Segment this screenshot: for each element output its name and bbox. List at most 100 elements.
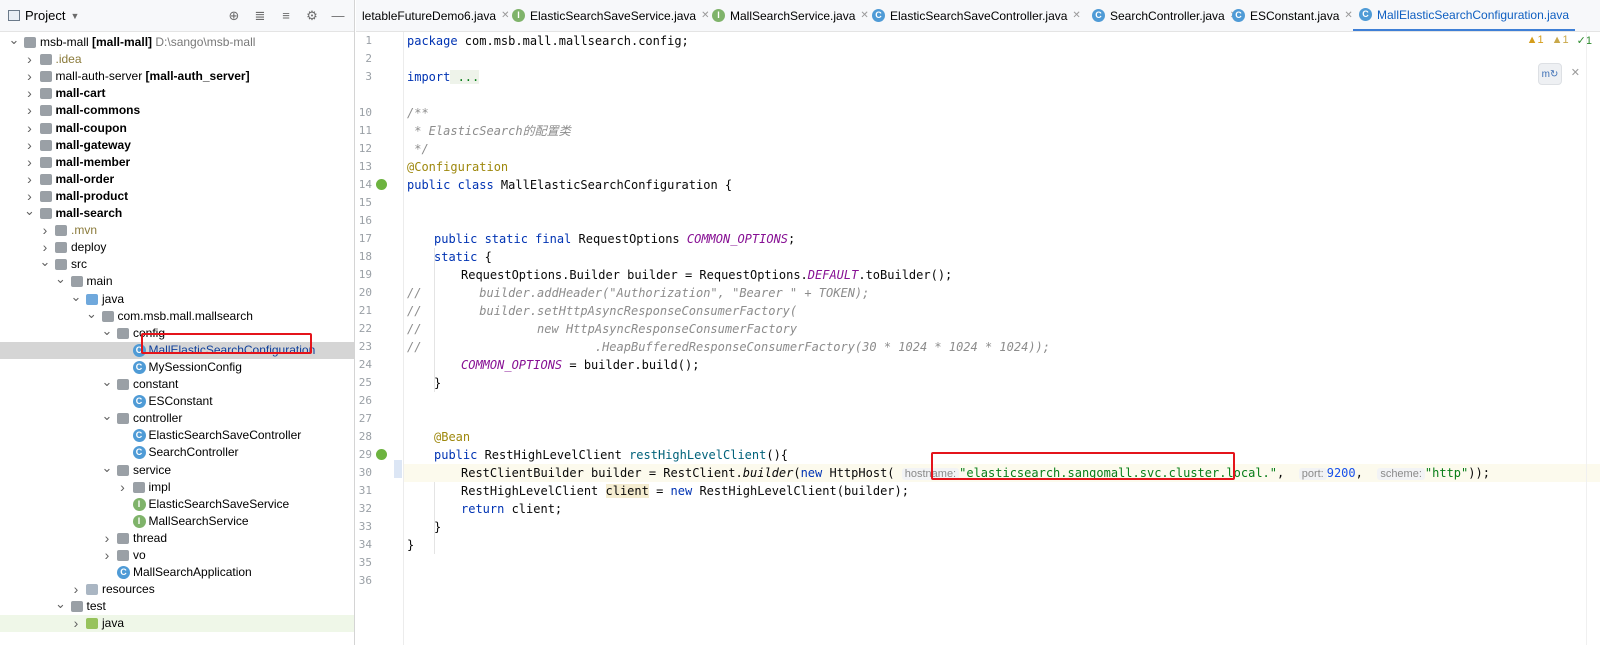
tree-item[interactable]: › mall-member — [0, 154, 354, 171]
chevron-down-icon[interactable]: ⌄ — [55, 272, 67, 285]
collapse-all-icon[interactable]: ≡ — [278, 8, 294, 24]
tree-item[interactable]: ⌄ java — [0, 290, 354, 308]
tree-item[interactable]: ⌄ test — [0, 597, 354, 615]
tree-item-label: deploy — [71, 239, 106, 256]
tree-item[interactable]: ⌄ mall-search — [0, 204, 354, 222]
code-editor[interactable]: 1 2 3 10 11 12 13 14 15 16 17 18 19 20 21 22 23 24 25 26 27 2… — [356, 32, 1600, 645]
gear-icon[interactable]: ⚙ — [304, 8, 320, 24]
item-name: .idea — [55, 52, 82, 67]
editor-tab[interactable]: letableFutureDemo6.java ✕ — [356, 0, 515, 31]
tree-item[interactable]: › .idea — [0, 51, 354, 68]
chevron-right-icon[interactable]: › — [24, 171, 36, 188]
chevron-right-icon[interactable]: › — [101, 547, 113, 564]
chevron-down-icon[interactable]: ⌄ — [101, 324, 113, 337]
tree-item[interactable]: › mall-coupon — [0, 120, 354, 137]
tree-item[interactable]: › mall-cart — [0, 85, 354, 102]
chevron-down-icon[interactable]: ⌄ — [101, 461, 113, 474]
tree-item[interactable]: C ElasticSearchSaveController — [0, 427, 354, 444]
chevron-down-icon[interactable]: ⌄ — [86, 307, 98, 320]
tree-item[interactable]: › thread — [0, 530, 354, 547]
chevron-down-icon[interactable]: ⌄ — [101, 375, 113, 388]
tab-label: letableFutureDemo6.java — [362, 8, 497, 23]
chevron-right-icon[interactable]: › — [24, 120, 36, 137]
tree-item[interactable]: ⌄ service — [0, 461, 354, 479]
item-name: ElasticSearchSaveService — [148, 496, 290, 511]
tree-item-label: mall-gateway — [56, 137, 131, 154]
comment: * ElasticSearch的配置类 — [407, 124, 571, 138]
editor-tab[interactable]: C ElasticSearchSaveController.java ✕ — [866, 0, 1087, 31]
item-name: .mvn — [71, 223, 98, 238]
tree-item[interactable]: ⌄ controller — [0, 409, 354, 427]
tree-item[interactable]: › java — [0, 615, 354, 633]
maven-reload-icon[interactable]: m↻ — [1538, 63, 1562, 85]
folded-imports[interactable]: ... — [450, 70, 480, 84]
item-name: MySessionConfig — [148, 359, 242, 374]
error-stripe[interactable] — [1586, 32, 1600, 645]
chevron-down-icon[interactable]: ⌄ — [55, 597, 67, 610]
code-text: , — [1277, 466, 1299, 480]
tree-item[interactable]: › mall-auth-server [mall-auth_server] — [0, 68, 354, 85]
editor-tab[interactable]: C MallElasticSearchConfiguration.java — [1353, 0, 1576, 31]
chevron-right-icon[interactable]: › — [24, 154, 36, 171]
chevron-down-icon[interactable]: ⌄ — [24, 204, 36, 217]
chevron-right-icon[interactable]: › — [70, 615, 82, 632]
tree-item[interactable]: C MySessionConfig — [0, 359, 354, 376]
tree-item[interactable]: I MallSearchService — [0, 513, 354, 530]
close-icon[interactable]: ✕ — [1344, 0, 1352, 31]
chevron-down-icon[interactable]: ⌄ — [70, 290, 82, 303]
chevron-down-icon[interactable]: ⌄ — [101, 409, 113, 422]
tree-item[interactable]: › mall-order — [0, 171, 354, 188]
tree-item-label: ESConstant — [149, 393, 213, 410]
chevron-right-icon[interactable]: › — [117, 479, 129, 496]
editor-tab[interactable]: C ESConstant.java ✕ — [1226, 0, 1359, 31]
tree-item[interactable]: › resources — [0, 581, 354, 598]
tree-item[interactable]: › mall-product — [0, 188, 354, 205]
chevron-right-icon[interactable]: › — [24, 68, 36, 85]
tree-item[interactable]: I ElasticSearchSaveService — [0, 496, 354, 513]
close-icon[interactable]: ✕ — [1072, 0, 1080, 31]
editor-tab[interactable]: CSearchController.java✕ — [1086, 0, 1244, 31]
warning-indicator[interactable]: ▲1 — [1527, 34, 1544, 47]
tree-item[interactable]: › deploy — [0, 239, 354, 256]
spring-bean-icon[interactable] — [376, 179, 387, 190]
folder-icon — [117, 379, 129, 390]
target-icon[interactable]: ⊕ — [226, 8, 242, 24]
tree-item[interactable]: › .mvn — [0, 222, 354, 239]
tree-item[interactable]: ⌄ constant — [0, 375, 354, 393]
code-text: ( — [793, 466, 801, 480]
close-icon[interactable]: ✕ — [1571, 66, 1580, 79]
tree-item[interactable]: ⌄ msb-mall [mall-mall] D:\sango\msb-mall — [0, 33, 354, 51]
editor-tab[interactable]: I MallSearchService.java ✕ — [706, 0, 875, 31]
tree-item[interactable]: C SearchController — [0, 444, 354, 461]
tree-item[interactable]: › impl — [0, 479, 354, 496]
item-name: mall-product — [55, 188, 129, 203]
tree-item[interactable]: ⌄ com.msb.mall.mallsearch — [0, 307, 354, 325]
code-line: public static final RequestOptions COMMO… — [434, 230, 795, 248]
tree-item[interactable]: ⌄ src — [0, 255, 354, 273]
line-number: 25 — [358, 376, 372, 389]
chevron-right-icon[interactable]: › — [24, 137, 36, 154]
chevron-right-icon[interactable]: › — [39, 222, 51, 239]
hide-icon[interactable]: — — [330, 8, 346, 24]
tree-item[interactable]: C MallSearchApplication — [0, 564, 354, 581]
spring-bean-icon[interactable] — [376, 449, 387, 460]
tree-item[interactable]: › mall-gateway — [0, 137, 354, 154]
constant: COMMON_OPTIONS — [461, 358, 563, 372]
project-view-selector[interactable]: Project ▼ — [8, 8, 79, 23]
tree-item[interactable]: ⌄ main — [0, 272, 354, 290]
inspection-indicators[interactable]: ▲1 ▲1 ✓1 — [1527, 34, 1592, 47]
tree-item[interactable]: C ESConstant — [0, 393, 354, 410]
chevron-right-icon[interactable]: › — [101, 530, 113, 547]
chevron-down-icon[interactable]: ⌄ — [8, 33, 20, 46]
chevron-down-icon[interactable]: ⌄ — [39, 255, 51, 268]
tree-item[interactable]: › vo — [0, 547, 354, 564]
chevron-right-icon[interactable]: › — [70, 581, 82, 598]
weak-warning-indicator[interactable]: ▲1 — [1552, 34, 1569, 47]
expand-all-icon[interactable]: ≣ — [252, 8, 268, 24]
chevron-right-icon[interactable]: › — [24, 85, 36, 102]
chevron-right-icon[interactable]: › — [24, 51, 36, 68]
chevron-right-icon[interactable]: › — [24, 102, 36, 119]
tab-label: MallSearchService.java — [730, 8, 856, 23]
tree-item[interactable]: › mall-commons — [0, 102, 354, 119]
editor-tab[interactable]: I ElasticSearchSaveService.java ✕ — [506, 0, 715, 31]
